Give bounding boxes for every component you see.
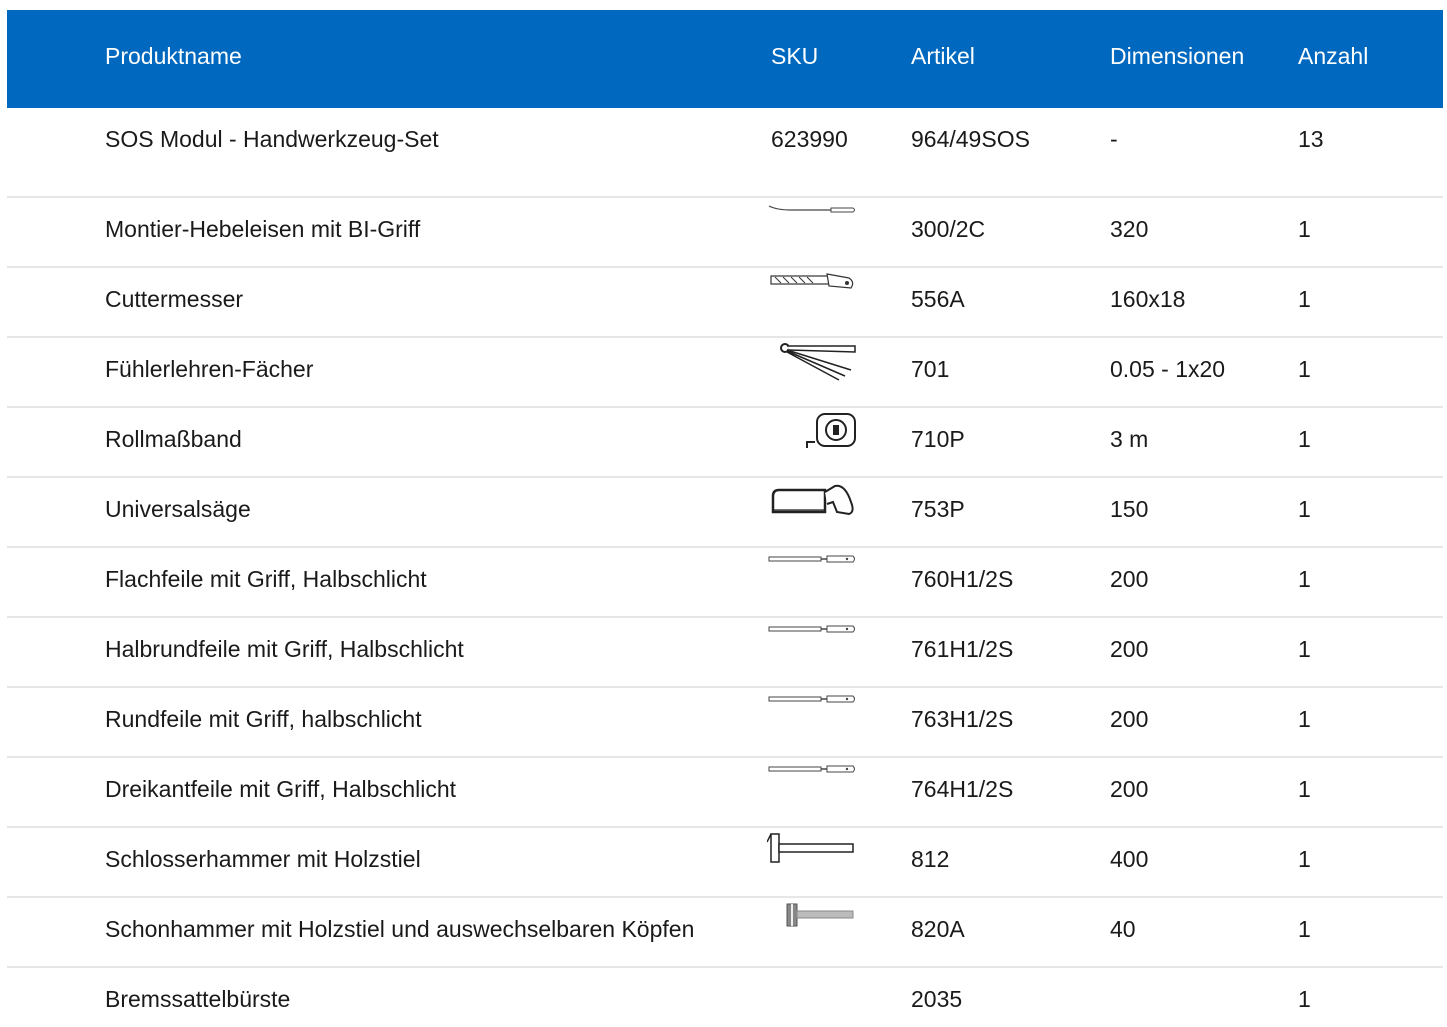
hammer-icon bbox=[767, 832, 857, 872]
table-row: SOS Modul - Handwerkzeug-Set 623990 964/49… bbox=[7, 108, 1443, 198]
table-header: Produktname SKU Artikel Dimensionen Anza… bbox=[7, 10, 1443, 108]
table-row: Schonhammer mit Holzstiel und auswechsel… bbox=[7, 898, 1443, 968]
file-icon bbox=[767, 692, 857, 732]
product-name-cell: SOS Modul - Handwerkzeug-Set bbox=[105, 126, 439, 152]
product-name-cell: Universalsäge bbox=[105, 496, 251, 522]
dimensions-cell: 200 bbox=[1110, 706, 1149, 732]
article-cell: 701 bbox=[911, 356, 950, 382]
quantity-cell: 1 bbox=[1298, 356, 1311, 382]
article-cell: 2035 bbox=[911, 986, 963, 1012]
product-table: Produktname SKU Artikel Dimensionen Anza… bbox=[7, 10, 1443, 1024]
dimensions-cell: 200 bbox=[1110, 636, 1149, 662]
product-name-cell: Dreikantfeile mit Griff, Halbschlicht bbox=[105, 776, 457, 802]
product-name-cell: Schlosserhammer mit Holzstiel bbox=[105, 846, 421, 872]
product-name-cell: Cuttermesser bbox=[105, 286, 244, 312]
sku-cell: 623990 bbox=[771, 126, 848, 152]
product-name-cell: Rollmaßband bbox=[105, 426, 242, 452]
table-row: Universalsäge 753P 150 1 bbox=[7, 478, 1443, 548]
product-name-cell: Halbrundfeile mit Griff, Halbschlicht bbox=[105, 636, 464, 662]
dimensions-cell: 150 bbox=[1110, 496, 1149, 522]
product-name-cell: Schonhammer mit Holzstiel und auswechsel… bbox=[105, 916, 695, 942]
article-cell: 964/49SOS bbox=[911, 126, 1030, 152]
quantity-cell: 1 bbox=[1298, 846, 1311, 872]
quantity-cell: 13 bbox=[1298, 126, 1324, 152]
header-dimensions[interactable]: Dimensionen bbox=[1110, 10, 1244, 102]
table-row: Schlosserhammer mit Holzstiel 812 400 1 bbox=[7, 828, 1443, 898]
product-name-cell: Bremssattelbürste bbox=[105, 986, 291, 1012]
article-cell: 753P bbox=[911, 496, 965, 522]
article-cell: 710P bbox=[911, 426, 965, 452]
quantity-cell: 1 bbox=[1298, 286, 1311, 312]
article-cell: 300/2C bbox=[911, 216, 986, 242]
dimensions-cell: 200 bbox=[1110, 776, 1149, 802]
product-name-cell: Rundfeile mit Griff, halbschlicht bbox=[105, 706, 422, 732]
quantity-cell: 1 bbox=[1298, 426, 1311, 452]
quantity-cell: 1 bbox=[1298, 916, 1311, 942]
dimensions-cell: 320 bbox=[1110, 216, 1149, 242]
header-quantity[interactable]: Anzahl bbox=[1298, 10, 1368, 102]
article-cell: 760H1/2S bbox=[911, 566, 1014, 592]
hacksaw-icon bbox=[767, 482, 857, 522]
header-product-name[interactable]: Produktname bbox=[105, 10, 242, 102]
quantity-cell: 1 bbox=[1298, 636, 1311, 662]
dimensions-cell: - bbox=[1110, 126, 1118, 152]
table-row: Rundfeile mit Griff, halbschlicht 763H1/2… bbox=[7, 688, 1443, 758]
product-name-cell: Flachfeile mit Griff, Halbschlicht bbox=[105, 566, 427, 592]
table-row: Bremssattelbürste 2035 1 bbox=[7, 968, 1443, 1024]
article-cell: 812 bbox=[911, 846, 950, 872]
soft-face-hammer-icon bbox=[767, 902, 857, 942]
table-row: Dreikantfeile mit Griff, Halbschlicht 764… bbox=[7, 758, 1443, 828]
quantity-cell: 1 bbox=[1298, 496, 1311, 522]
quantity-cell: 1 bbox=[1298, 776, 1311, 802]
dimensions-cell: 160x18 bbox=[1110, 286, 1186, 312]
file-icon bbox=[767, 622, 857, 662]
article-cell: 764H1/2S bbox=[911, 776, 1014, 802]
pry-bar-icon bbox=[767, 202, 857, 242]
table-row: Flachfeile mit Griff, Halbschlicht 760H1/… bbox=[7, 548, 1443, 618]
dimensions-cell: 3 m bbox=[1110, 426, 1149, 452]
dimensions-cell: 40 bbox=[1110, 916, 1136, 942]
file-icon bbox=[767, 552, 857, 592]
product-name-cell: Montier-Hebeleisen mit BI-Griff bbox=[105, 216, 421, 242]
product-name-cell: Fühlerlehren-Fächer bbox=[105, 356, 314, 382]
article-cell: 761H1/2S bbox=[911, 636, 1014, 662]
quantity-cell: 1 bbox=[1298, 566, 1311, 592]
table-row: Montier-Hebeleisen mit BI-Griff 300/2C 320… bbox=[7, 198, 1443, 268]
cutter-knife-icon bbox=[767, 272, 857, 312]
quantity-cell: 1 bbox=[1298, 216, 1311, 242]
table-row: Fühlerlehren-Fächer 701 0.05 - 1x20 1 bbox=[7, 338, 1443, 408]
table-row: Halbrundfeile mit Griff, Halbschlicht 761… bbox=[7, 618, 1443, 688]
table-body: SOS Modul - Handwerkzeug-Set 623990 964/49… bbox=[7, 108, 1443, 1024]
file-icon bbox=[767, 762, 857, 802]
article-cell: 820A bbox=[911, 916, 965, 942]
header-sku[interactable]: SKU bbox=[771, 10, 818, 102]
dimensions-cell: 0.05 - 1x20 bbox=[1110, 356, 1226, 382]
quantity-cell: 1 bbox=[1298, 986, 1311, 1012]
article-cell: 556A bbox=[911, 286, 965, 312]
table-row: Rollmaßband 710P 3 m 1 bbox=[7, 408, 1443, 478]
tape-measure-icon bbox=[767, 412, 857, 452]
dimensions-cell: 200 bbox=[1110, 566, 1149, 592]
feeler-gauge-icon bbox=[767, 342, 857, 382]
header-article[interactable]: Artikel bbox=[911, 10, 975, 102]
article-cell: 763H1/2S bbox=[911, 706, 1014, 732]
dimensions-cell: 400 bbox=[1110, 846, 1149, 872]
quantity-cell: 1 bbox=[1298, 706, 1311, 732]
table-row: Cuttermesser 556A 160x18 1 bbox=[7, 268, 1443, 338]
